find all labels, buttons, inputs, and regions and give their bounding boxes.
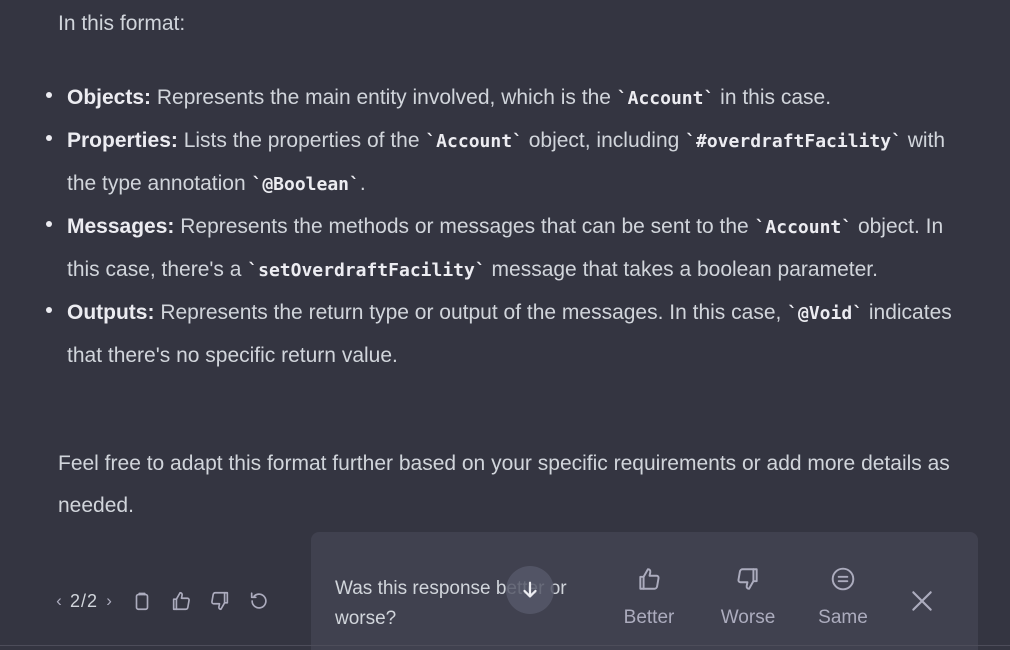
- response-pager: ‹ 2/2 ›: [52, 591, 116, 612]
- next-response-button[interactable]: ›: [102, 591, 116, 611]
- bullet-item: Outputs: Represents the return type or o…: [46, 292, 978, 377]
- outro-text: Feel free to adapt this format further b…: [58, 452, 950, 517]
- bullet-text: Represents the methods or messages that …: [174, 215, 755, 238]
- bullet-item: Messages: Represents the methods or mess…: [46, 206, 978, 292]
- page-indicator: 2/2: [70, 590, 99, 611]
- close-feedback-button[interactable]: [909, 588, 937, 616]
- prev-response-button[interactable]: ‹: [52, 591, 66, 611]
- better-button[interactable]: Better: [609, 566, 689, 629]
- intro-text: In this format:: [58, 12, 186, 35]
- inline-code: `#overdraftFacility`: [685, 131, 902, 152]
- scroll-to-bottom-button[interactable]: [506, 566, 554, 614]
- inline-code: `Account`: [616, 88, 715, 109]
- thumbs-down-icon: [737, 568, 758, 590]
- feedback-panel: Was this response better or worse? Bette…: [311, 532, 978, 650]
- equal-circle-icon: [831, 567, 855, 591]
- same-button[interactable]: Same: [803, 566, 883, 629]
- bullet-term: Outputs:: [67, 301, 155, 324]
- thumbs-up-icon: [639, 568, 660, 590]
- worse-label: Worse: [720, 607, 776, 628]
- bullet-text: Lists the properties of the: [177, 129, 426, 152]
- clipboard-icon[interactable]: [129, 588, 155, 614]
- regenerate-icon[interactable]: [246, 588, 272, 614]
- inline-code: `Account`: [425, 131, 523, 152]
- better-label: Better: [623, 607, 675, 628]
- inline-code: `Account`: [754, 217, 853, 238]
- bullet-text: message that takes a boolean parameter.: [485, 258, 878, 281]
- bullet-term: Objects:: [67, 86, 152, 109]
- bullet-text: in this case.: [714, 86, 832, 109]
- divider: [0, 645, 1010, 646]
- bullet-list: Objects: Represents the main entity invo…: [46, 77, 978, 377]
- arrow-down-icon: [523, 581, 537, 598]
- bullet-text: Represents the return type or output of …: [154, 301, 788, 324]
- bullet-text: .: [359, 172, 366, 195]
- same-label: Same: [818, 607, 868, 628]
- message-toolbar: ‹ 2/2 ›: [52, 585, 272, 617]
- inline-code: `@Boolean`: [251, 174, 360, 195]
- bullet-text: Represents the main entity involved, whi…: [151, 86, 617, 109]
- bullet-term: Properties:: [67, 129, 178, 152]
- bullet-text: object, including: [522, 129, 686, 152]
- bullet-item: Objects: Represents the main entity invo…: [46, 77, 978, 120]
- inline-code: `setOverdraftFacility`: [247, 260, 486, 281]
- bullet-item: Properties: Lists the properties of the …: [46, 120, 978, 206]
- thumbs-down-icon[interactable]: [207, 588, 233, 614]
- inline-code: `@Void`: [787, 303, 864, 324]
- close-icon: [912, 591, 932, 611]
- worse-button[interactable]: Worse: [708, 566, 788, 629]
- bullet-term: Messages:: [67, 215, 175, 238]
- thumbs-up-icon[interactable]: [168, 588, 194, 614]
